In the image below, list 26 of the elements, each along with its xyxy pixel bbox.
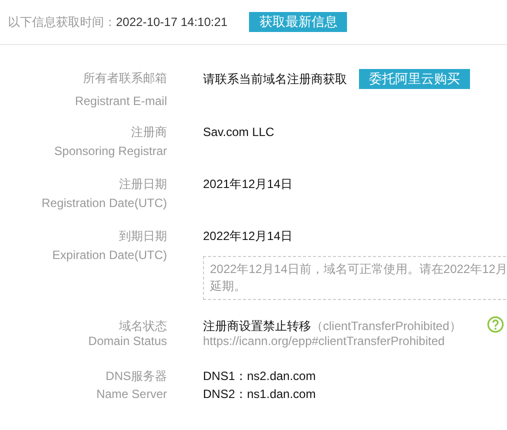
fetch-time: 2022-10-17 14:10:21: [116, 15, 228, 29]
field-value: Sav.com LLC: [203, 124, 274, 141]
help-icon[interactable]: [487, 316, 504, 333]
field-label: 注册商: [131, 124, 167, 141]
field-label: 域名状态: [119, 319, 167, 334]
name-server: DNS2：ns1.dan.com: [203, 386, 316, 403]
field-label-english: Sponsoring Registrar: [54, 143, 167, 160]
field-label-english: Expiration Date(UTC): [52, 247, 167, 264]
field-label: 到期日期: [119, 228, 167, 245]
name-server: DNS1：ns2.dan.com: [203, 368, 316, 385]
field-value: 2022年12月14日: [203, 228, 292, 245]
fetch-time-label: 以下信息获取时间：: [8, 14, 116, 30]
field-label-english: Registrant E-mail: [74, 93, 167, 110]
field-label: 所有者联系邮箱: [83, 70, 167, 87]
expiry-notice: 2022年12月14日前，域名可正常使用。请在2022年12月 延期。: [203, 256, 507, 300]
status-url: https://icann.org/epp#clientTransferProhibited: [203, 334, 445, 349]
field-label: DNS服务器: [106, 368, 167, 385]
field-value: 请联系当前域名注册商获取: [203, 70, 347, 88]
field-label-english: Registration Date(UTC): [42, 195, 167, 212]
field-label-english: Name Server: [96, 386, 167, 403]
field-label-english: Domain Status: [88, 334, 167, 349]
field-value: 注册商设置禁止转移（clientTransferProhibited）: [203, 319, 462, 334]
field-label: 注册日期: [119, 176, 167, 193]
refresh-button[interactable]: 获取最新信息: [249, 12, 348, 32]
buy-button[interactable]: 委托阿里云购买: [359, 69, 470, 89]
field-value: 2021年12月14日: [203, 176, 292, 193]
